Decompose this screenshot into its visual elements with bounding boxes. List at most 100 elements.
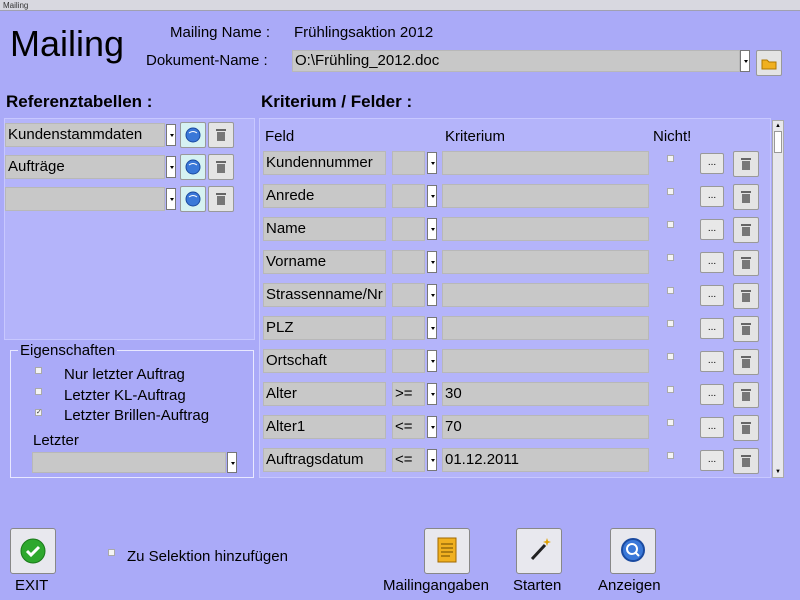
operator-select[interactable] — [392, 316, 425, 340]
referenz-dropdown-3[interactable] — [166, 188, 176, 210]
row-delete-button[interactable] — [733, 349, 759, 375]
operator-dropdown[interactable] — [427, 350, 437, 372]
row-delete-button[interactable] — [733, 316, 759, 342]
nicht-checkbox[interactable] — [667, 254, 674, 261]
scroll-up-arrow-icon[interactable]: ▲ — [775, 123, 781, 129]
option-checkbox-3[interactable]: ✓ — [35, 409, 42, 416]
kriterium-input[interactable]: 30 — [442, 382, 649, 406]
zu-selektion-checkbox[interactable] — [108, 549, 115, 556]
referenz-delete-button-1[interactable] — [208, 122, 234, 148]
ellipsis-button[interactable]: ... — [700, 450, 724, 471]
referenz-open-button-3[interactable] — [180, 186, 206, 212]
magnifier-icon — [621, 538, 645, 562]
operator-dropdown[interactable] — [427, 317, 437, 339]
referenz-select-3[interactable] — [5, 187, 165, 211]
nicht-checkbox[interactable] — [667, 188, 674, 195]
scroll-down-arrow-icon[interactable]: ▼ — [775, 469, 781, 475]
kriterium-input[interactable]: 01.12.2011 — [442, 448, 649, 472]
option-label-3: Letzter Brillen-Auftrag — [64, 407, 210, 424]
referenz-dropdown-2[interactable] — [166, 156, 176, 178]
kriterium-input[interactable] — [442, 151, 649, 175]
row-delete-button[interactable] — [733, 415, 759, 441]
operator-select[interactable]: >= — [392, 382, 425, 406]
operator-select[interactable]: <= — [392, 415, 425, 439]
letzter-select[interactable] — [32, 452, 226, 473]
ellipsis-button[interactable]: ... — [700, 252, 724, 273]
anzeigen-button[interactable] — [610, 528, 656, 574]
operator-dropdown[interactable] — [427, 284, 437, 306]
operator-select[interactable] — [392, 349, 425, 373]
ellipsis-button[interactable]: ... — [700, 219, 724, 240]
referenz-select-1[interactable]: Kundenstammdaten — [5, 123, 165, 147]
kriterium-input[interactable] — [442, 316, 649, 340]
operator-select[interactable] — [392, 151, 425, 175]
operator-select[interactable] — [392, 283, 425, 307]
nicht-checkbox[interactable] — [667, 287, 674, 294]
kriterium-input[interactable] — [442, 349, 649, 373]
nicht-checkbox[interactable] — [667, 386, 674, 393]
anzeigen-label: Anzeigen — [598, 577, 661, 594]
nicht-checkbox[interactable] — [667, 320, 674, 327]
kriterium-input[interactable] — [442, 184, 649, 208]
referenz-open-button-2[interactable] — [180, 154, 206, 180]
operator-dropdown[interactable] — [427, 185, 437, 207]
ellipsis-button[interactable]: ... — [700, 186, 724, 207]
ellipsis-button[interactable]: ... — [700, 351, 724, 372]
option-checkbox-2[interactable] — [35, 388, 42, 395]
operator-dropdown[interactable] — [427, 383, 437, 405]
kriterium-input[interactable] — [442, 217, 649, 241]
nicht-checkbox[interactable] — [667, 452, 674, 459]
trash-icon — [741, 191, 751, 203]
operator-select[interactable] — [392, 250, 425, 274]
starten-button[interactable] — [516, 528, 562, 574]
scrollbar-thumb[interactable] — [774, 131, 782, 153]
row-delete-button[interactable] — [733, 250, 759, 276]
mailingangaben-button[interactable] — [424, 528, 470, 574]
operator-select[interactable] — [392, 217, 425, 241]
document-name-field[interactable]: O:\Frühling_2012.doc — [292, 50, 740, 72]
ellipsis-button[interactable]: ... — [700, 153, 724, 174]
row-delete-button[interactable] — [733, 217, 759, 243]
option-checkbox-1[interactable] — [35, 367, 42, 374]
feld-field: Name — [263, 217, 386, 241]
row-delete-button[interactable] — [733, 151, 759, 177]
ellipsis-button[interactable]: ... — [700, 285, 724, 306]
globe-icon — [185, 159, 201, 175]
kriterium-input[interactable]: 70 — [442, 415, 649, 439]
nicht-checkbox[interactable] — [667, 155, 674, 162]
ellipsis-button[interactable]: ... — [700, 384, 724, 405]
operator-select[interactable]: <= — [392, 448, 425, 472]
referenz-dropdown-1[interactable] — [166, 124, 176, 146]
ellipsis-button[interactable]: ... — [700, 417, 724, 438]
row-delete-button[interactable] — [733, 382, 759, 408]
referenz-delete-button-2[interactable] — [208, 154, 234, 180]
browse-folder-button[interactable] — [756, 50, 782, 76]
referenz-open-button-1[interactable] — [180, 122, 206, 148]
nicht-checkbox[interactable] — [667, 353, 674, 360]
letzter-dropdown[interactable] — [227, 452, 237, 473]
row-delete-button[interactable] — [733, 448, 759, 474]
mailing-name-label: Mailing Name : — [170, 24, 271, 41]
nicht-checkbox[interactable] — [667, 221, 674, 228]
mailing-name-value: Frühlingsaktion 2012 — [294, 24, 434, 41]
kriterium-input[interactable] — [442, 283, 649, 307]
trash-icon — [741, 323, 751, 335]
kriterium-input[interactable] — [442, 250, 649, 274]
ellipsis-button[interactable]: ... — [700, 318, 724, 339]
exit-button[interactable] — [10, 528, 56, 574]
row-delete-button[interactable] — [733, 184, 759, 210]
referenz-delete-button-3[interactable] — [208, 186, 234, 212]
referenz-select-2[interactable]: Aufträge — [5, 155, 165, 179]
row-delete-button[interactable] — [733, 283, 759, 309]
operator-dropdown[interactable] — [427, 218, 437, 240]
document-dropdown-button[interactable] — [740, 50, 750, 72]
operator-select[interactable] — [392, 184, 425, 208]
kriterium-scrollbar[interactable]: ▲ ▼ — [772, 120, 784, 478]
operator-dropdown[interactable] — [427, 449, 437, 471]
operator-dropdown[interactable] — [427, 152, 437, 174]
exit-label: EXIT — [15, 577, 49, 594]
nicht-checkbox[interactable] — [667, 419, 674, 426]
operator-dropdown[interactable] — [427, 251, 437, 273]
header-nicht: Nicht! — [653, 128, 692, 145]
operator-dropdown[interactable] — [427, 416, 437, 438]
